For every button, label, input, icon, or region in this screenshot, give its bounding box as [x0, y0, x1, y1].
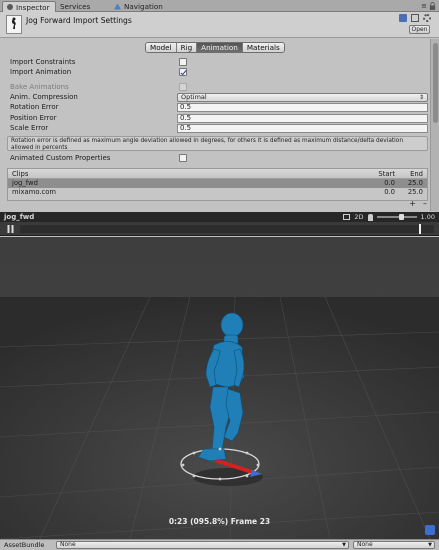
tab-label: Navigation: [124, 2, 163, 11]
scale-error-label: Scale Error: [10, 124, 49, 132]
preview-viewport[interactable]: [0, 237, 439, 539]
help-book-icon[interactable]: [399, 14, 407, 22]
fbx-file-icon: [6, 15, 22, 34]
anim-compression-value: Optimal: [181, 93, 207, 101]
clip-start: 0.0: [384, 179, 395, 187]
clips-col-name: Clips: [12, 170, 29, 178]
animated-custom-properties-label: Animated Custom Properties: [10, 154, 111, 162]
clip-end: 25.0: [407, 188, 423, 196]
pause-icon[interactable]: [7, 225, 14, 233]
pivot-icon[interactable]: [343, 214, 351, 220]
assetbundle-value: None: [60, 541, 76, 548]
tab-inspector[interactable]: Inspector: [2, 1, 56, 12]
tab-materials[interactable]: Materials: [242, 43, 284, 52]
preset-icon[interactable]: [411, 14, 419, 22]
import-tabs: Model Rig Animation Materials: [145, 42, 285, 53]
navigation-icon: [114, 3, 121, 10]
playback-speed-value: 1.00: [420, 213, 435, 221]
add-clip-button[interactable]: +: [409, 199, 416, 208]
open-button[interactable]: Open: [409, 25, 430, 34]
mode-2d-toggle[interactable]: 2D: [354, 212, 363, 222]
info-icon: [7, 4, 13, 10]
inspector-title: Jog Forward Import Settings: [26, 16, 132, 25]
playback-speed-slider[interactable]: [376, 214, 417, 220]
tab-animation[interactable]: Animation: [197, 43, 243, 52]
tab-rig[interactable]: Rig: [176, 43, 198, 52]
bake-animations-checkbox: [179, 83, 187, 91]
scale-error-field[interactable]: 0.5: [177, 124, 428, 133]
clips-list: Clips Start End jog_fwd 0.0 25.0 mixamo.…: [7, 168, 428, 201]
clip-name: mixamo.com: [12, 188, 57, 196]
dropdown-arrow-icon: ▼: [342, 542, 346, 548]
anim-compression-label: Anim. Compression: [10, 93, 78, 101]
tab-model[interactable]: Model: [146, 43, 177, 52]
panel-menu-icon[interactable]: ≡: [421, 2, 427, 10]
settings-gear-icon[interactable]: [423, 14, 431, 22]
assetbundle-footer: AssetBundle None ▼ None ▼: [0, 539, 439, 550]
clips-col-start: Start: [378, 170, 395, 178]
lock-icon[interactable]: [429, 2, 436, 10]
preview-scene: [0, 237, 439, 539]
import-constraints-checkbox[interactable]: [179, 58, 187, 66]
preview-clip-name: jog_fwd: [4, 213, 35, 221]
dropdown-arrow-icon: ▼: [428, 542, 432, 548]
inspector-scrollbar[interactable]: [430, 39, 439, 211]
import-animation-checkbox[interactable]: [179, 68, 187, 76]
clip-name: jog_fwd: [12, 179, 38, 187]
anim-compression-dropdown[interactable]: Optimal ⇕: [177, 93, 428, 102]
clip-row[interactable]: jog_fwd 0.0 25.0: [8, 179, 427, 188]
timeline-cursor[interactable]: [419, 224, 421, 234]
position-error-label: Position Error: [10, 114, 57, 122]
assetbundle-label: AssetBundle: [4, 541, 45, 549]
rotation-error-label: Rotation Error: [10, 103, 59, 111]
preview-frame-readout: 0:23 (095.8%) Frame 23: [168, 517, 271, 526]
assetbundle-variant-dropdown[interactable]: None ▼: [353, 541, 435, 549]
import-animation-label: Import Animation: [10, 68, 72, 76]
preview-timeline: [0, 222, 439, 236]
remove-clip-button[interactable]: –: [423, 199, 427, 208]
inspector-header: Jog Forward Import Settings Open: [0, 12, 439, 38]
asset-label-icon[interactable]: [425, 525, 435, 535]
clips-col-end: End: [410, 170, 423, 178]
animated-custom-properties-checkbox[interactable]: [179, 154, 187, 162]
bake-animations-label: Bake Animations: [10, 83, 69, 91]
tab-navigation[interactable]: Navigation: [110, 1, 168, 12]
inspector-body: Model Rig Animation Materials Import Con…: [0, 39, 430, 211]
compression-help-box: Rotation error is defined as maximum ang…: [7, 136, 428, 151]
clips-header: Clips Start End: [8, 169, 427, 179]
timeline-track[interactable]: [20, 225, 434, 233]
clip-end: 25.0: [407, 179, 423, 187]
assetbundle-dropdown[interactable]: None ▼: [56, 541, 349, 549]
clip-row[interactable]: mixamo.com 0.0 25.0: [8, 188, 427, 197]
tab-services[interactable]: Services: [56, 1, 95, 12]
assetbundle-variant-value: None: [357, 541, 373, 548]
preview-toolbar: jog_fwd 2D 1.00: [0, 212, 439, 222]
import-constraints-label: Import Constraints: [10, 58, 76, 66]
tab-label: Services: [60, 2, 91, 11]
window-tabbar: Inspector Services Navigation ≡: [0, 0, 439, 12]
rotation-error-field[interactable]: 0.5: [177, 103, 428, 112]
dropdown-arrow-icon: ⇕: [418, 94, 424, 101]
tab-label: Inspector: [16, 2, 50, 12]
scrollbar-thumb[interactable]: [433, 43, 438, 123]
position-error-field[interactable]: 0.5: [177, 114, 428, 123]
clip-start: 0.0: [384, 188, 395, 196]
avatar-preview-icon[interactable]: [367, 213, 373, 221]
